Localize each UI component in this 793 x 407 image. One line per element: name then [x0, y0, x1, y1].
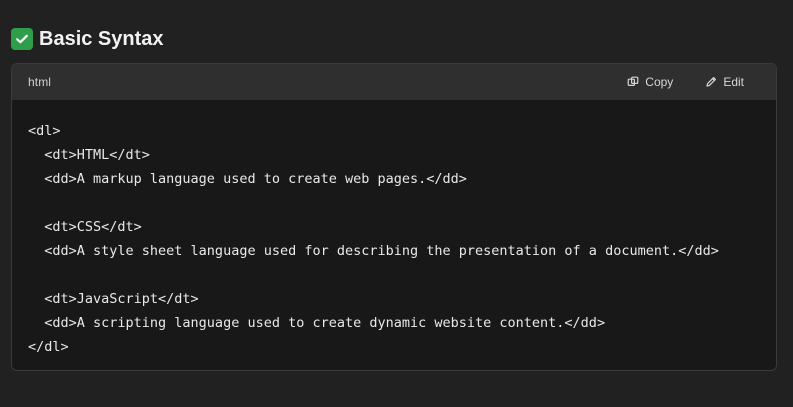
edit-button[interactable]: Edit — [705, 71, 744, 93]
check-mark-icon — [11, 28, 33, 50]
edit-icon — [705, 76, 717, 88]
copy-button[interactable]: Copy — [627, 71, 673, 93]
section-title: Basic Syntax — [39, 27, 164, 50]
code-block-header: html Copy Edit — [12, 64, 776, 100]
code-block-body: <dl> <dt>HTML</dt> <dd>A markup language… — [12, 100, 776, 370]
copy-label: Copy — [645, 75, 674, 89]
code-line: </dl> — [28, 339, 69, 355]
code-block: html Copy Edit <dl> <dt>HTML</dt> <dd>A … — [11, 63, 777, 371]
code-language-label: html — [28, 75, 52, 89]
section-title-row: Basic Syntax — [11, 25, 164, 53]
code-block-actions: Copy Edit — [627, 71, 744, 93]
code-line: <dt>CSS</dt> — [28, 219, 142, 235]
code-line: <dt>HTML</dt> — [28, 147, 150, 163]
code-content: <dl> <dt>HTML</dt> <dd>A markup language… — [28, 119, 760, 359]
copy-icon — [627, 76, 639, 88]
code-line: <dd>A markup language used to create web… — [28, 171, 467, 187]
code-line: <dd>A style sheet language used for desc… — [28, 243, 719, 259]
code-line: <dd>A scripting language used to create … — [28, 315, 606, 331]
code-line: <dl> — [28, 123, 61, 139]
edit-label: Edit — [723, 75, 744, 89]
page: Basic Syntax html Copy Edit <dl> <dt>HTM… — [0, 0, 793, 407]
code-line: <dt>JavaScript</dt> — [28, 291, 199, 307]
